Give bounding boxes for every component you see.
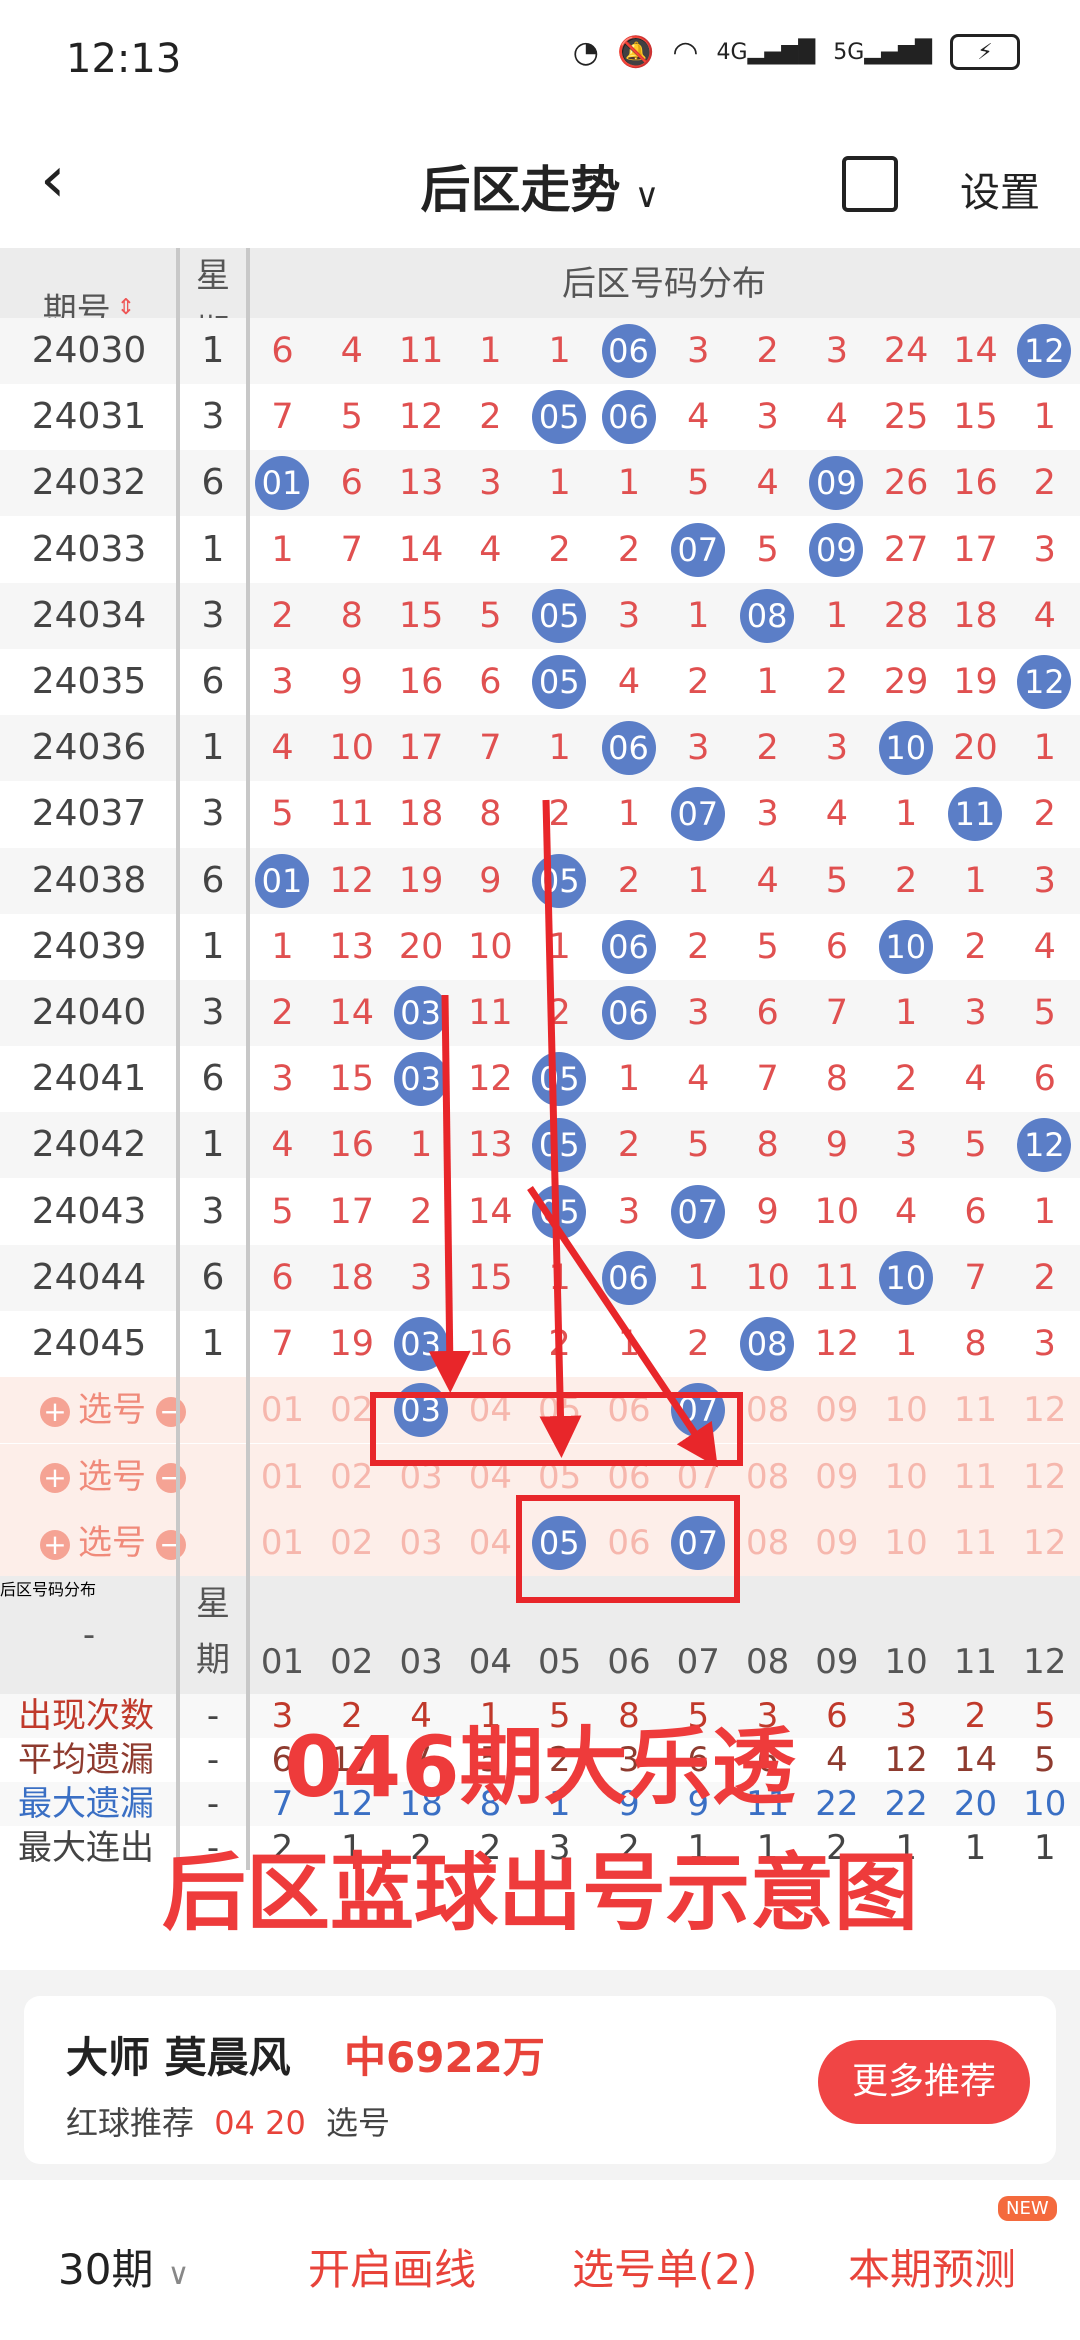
periods-select[interactable]: 30期 ∨ xyxy=(58,2236,189,2297)
rec-label: 红球推荐 xyxy=(66,2104,195,2142)
rec-action: 选号 xyxy=(325,2104,390,2142)
arrow-to-05 xyxy=(539,799,582,1458)
new-badge: NEW xyxy=(998,2196,1057,2221)
arrow-to-03 xyxy=(428,994,471,1393)
selection-list-button[interactable]: 选号单(2) xyxy=(572,2236,758,2297)
more-recommend-button[interactable]: 更多推荐 xyxy=(818,2040,1030,2124)
master-name: 大师 莫晨风 xyxy=(66,2033,291,2082)
bottom-toolbar: 30期 ∨ 开启画线 选号单(2) 本期预测 NEW xyxy=(0,2190,1080,2340)
recommendation-card[interactable]: 大师 莫晨风 中6922万 红球推荐 04 20 选号 更多推荐 xyxy=(24,1996,1056,2164)
overlay-title-line2: 后区蓝球出号示意图 xyxy=(161,1844,918,1942)
chevron-down-icon: ∨ xyxy=(167,2257,190,2292)
overlay-title-line1: 046期大乐透 xyxy=(284,1718,796,1816)
draw-line-button[interactable]: 开启画线 xyxy=(308,2236,476,2297)
box-selection-3 xyxy=(516,1495,740,1603)
prize-amount: 中6922万 xyxy=(344,2033,545,2082)
box-selection-1 xyxy=(370,1392,743,1466)
predict-button[interactable]: 本期预测 xyxy=(848,2236,1016,2297)
rec-numbers: 04 20 xyxy=(214,2104,306,2142)
